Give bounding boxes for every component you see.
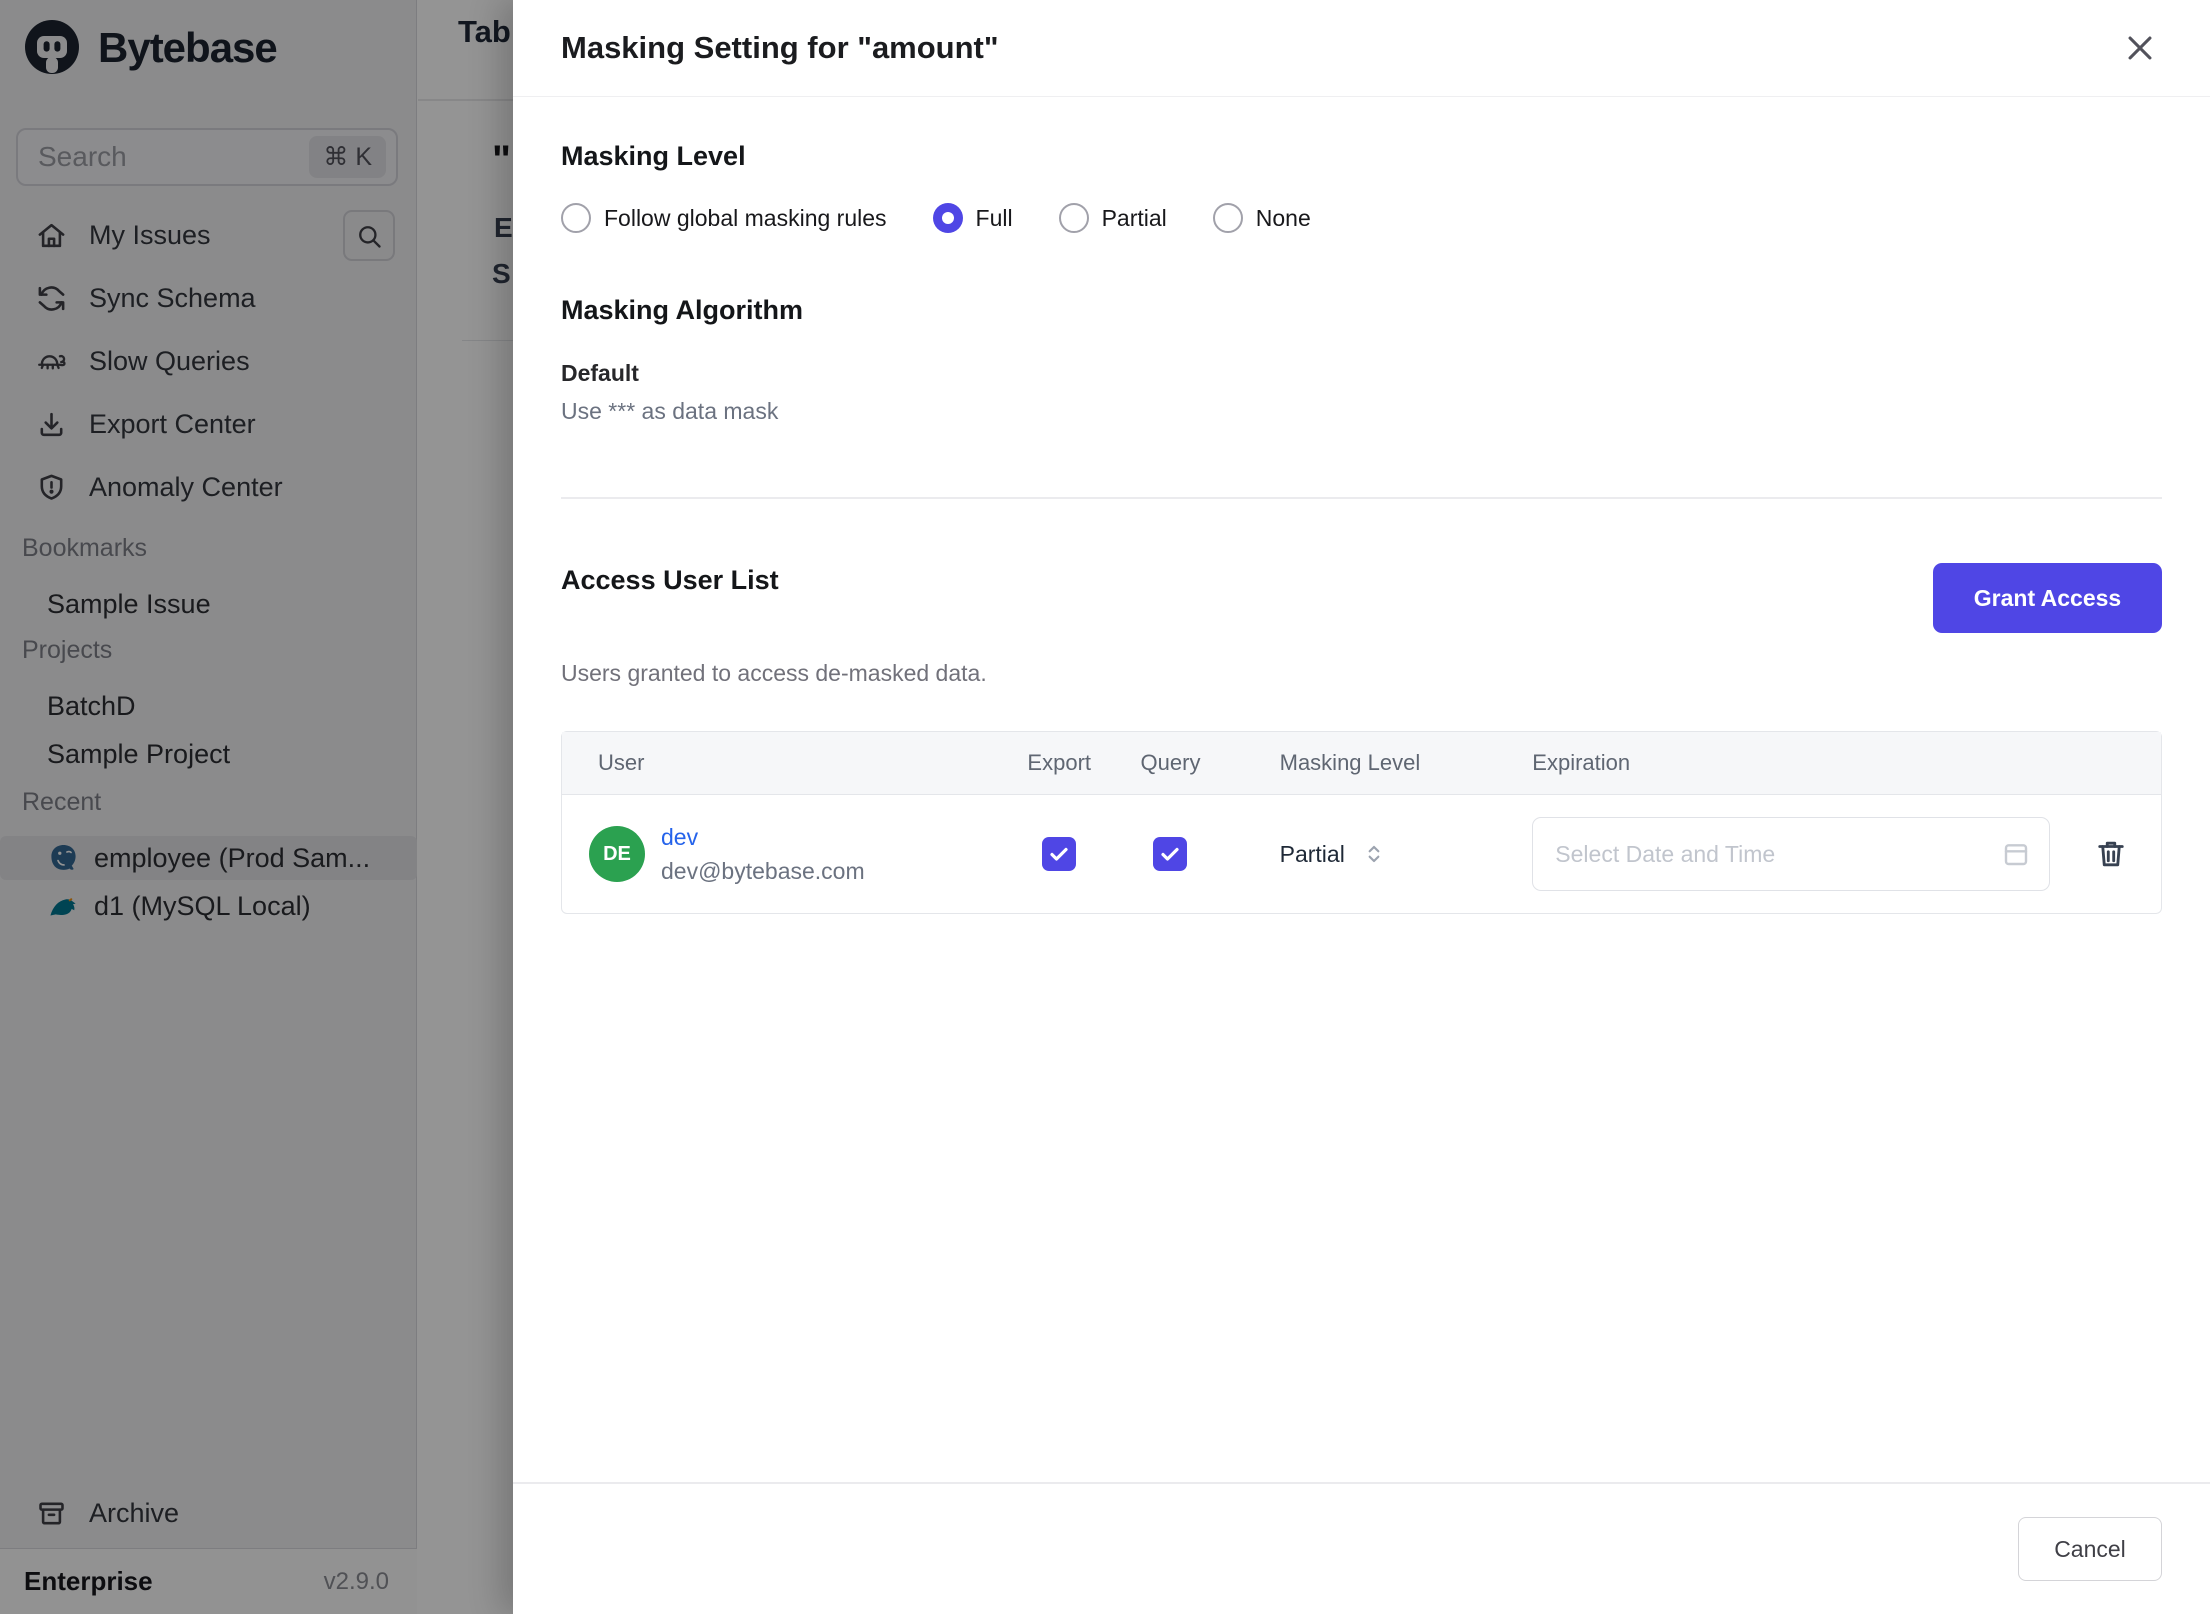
column-header-masking-level: Masking Level [1225, 732, 1501, 795]
masking-level-select[interactable]: Partial [1226, 841, 1501, 868]
user-name-link[interactable]: dev [661, 822, 865, 852]
access-user-list-header: Access User List Grant Access [561, 563, 2162, 633]
query-checkbox-checked[interactable] [1153, 837, 1188, 871]
masking-setting-drawer: Masking Setting for "amount" Masking Lev… [513, 0, 2210, 1614]
drawer-body: Masking Level Follow global masking rule… [513, 97, 2210, 1482]
column-header-actions [2061, 732, 2161, 795]
expiration-datepicker[interactable] [1532, 817, 2051, 891]
masking-level-value: Partial [1279, 840, 1345, 867]
column-header-user: User [562, 732, 1004, 795]
radio-icon[interactable] [1212, 203, 1243, 233]
masking-algorithm-heading: Masking Algorithm [561, 295, 804, 325]
radio-option-partial[interactable]: Partial [1058, 203, 1167, 233]
drawer-header: Masking Setting for "amount" [513, 0, 2210, 97]
radio-option-follow-global[interactable]: Follow global masking rules [561, 203, 887, 233]
access-user-table: User Export Query Masking Level Expirati… [561, 731, 2162, 914]
masking-algorithm-description: Use *** as data mask [561, 398, 779, 424]
user-cell: DE dev dev@bytebase.com [562, 822, 1003, 886]
radio-label: None [1255, 204, 1311, 231]
radio-label: Partial [1101, 204, 1167, 231]
grant-access-button[interactable]: Grant Access [1933, 563, 2162, 633]
radio-icon-selected[interactable] [932, 203, 963, 233]
column-header-expiration: Expiration [1500, 732, 2062, 795]
trash-icon[interactable] [2062, 836, 2161, 872]
masking-level-heading: Masking Level [561, 141, 746, 171]
close-icon[interactable] [2118, 26, 2162, 70]
user-email: dev@bytebase.com [661, 858, 865, 884]
calendar-icon[interactable] [2000, 838, 2032, 870]
chevron-updown-icon [1361, 841, 1387, 867]
table-header-row: User Export Query Masking Level Expirati… [562, 732, 2161, 795]
radio-icon[interactable] [561, 203, 591, 233]
radio-icon[interactable] [1058, 203, 1089, 233]
export-checkbox-checked[interactable] [1042, 837, 1077, 871]
radio-option-full[interactable]: Full [932, 203, 1013, 233]
radio-option-none[interactable]: None [1212, 203, 1311, 233]
drawer-title: Masking Setting for "amount" [561, 30, 999, 65]
access-user-list-subtitle: Users granted to access de-masked data. [561, 660, 987, 686]
cancel-button[interactable]: Cancel [2018, 1517, 2162, 1581]
radio-label: Follow global masking rules [604, 204, 887, 231]
avatar: DE [589, 826, 645, 882]
radio-label: Full [975, 204, 1013, 231]
drawer-footer: Cancel [513, 1482, 2210, 1614]
access-user-list-heading: Access User List [561, 565, 779, 595]
expiration-input[interactable] [1532, 817, 2051, 891]
table-row: DE dev dev@bytebase.com Partial Select D… [562, 795, 2161, 913]
section-divider [561, 497, 2162, 499]
column-header-query: Query [1115, 732, 1226, 795]
masking-level-radio-group: Follow global masking rules Full Partial… [561, 203, 2162, 233]
column-header-export: Export [1003, 732, 1116, 795]
masking-algorithm-name: Default [561, 360, 639, 386]
